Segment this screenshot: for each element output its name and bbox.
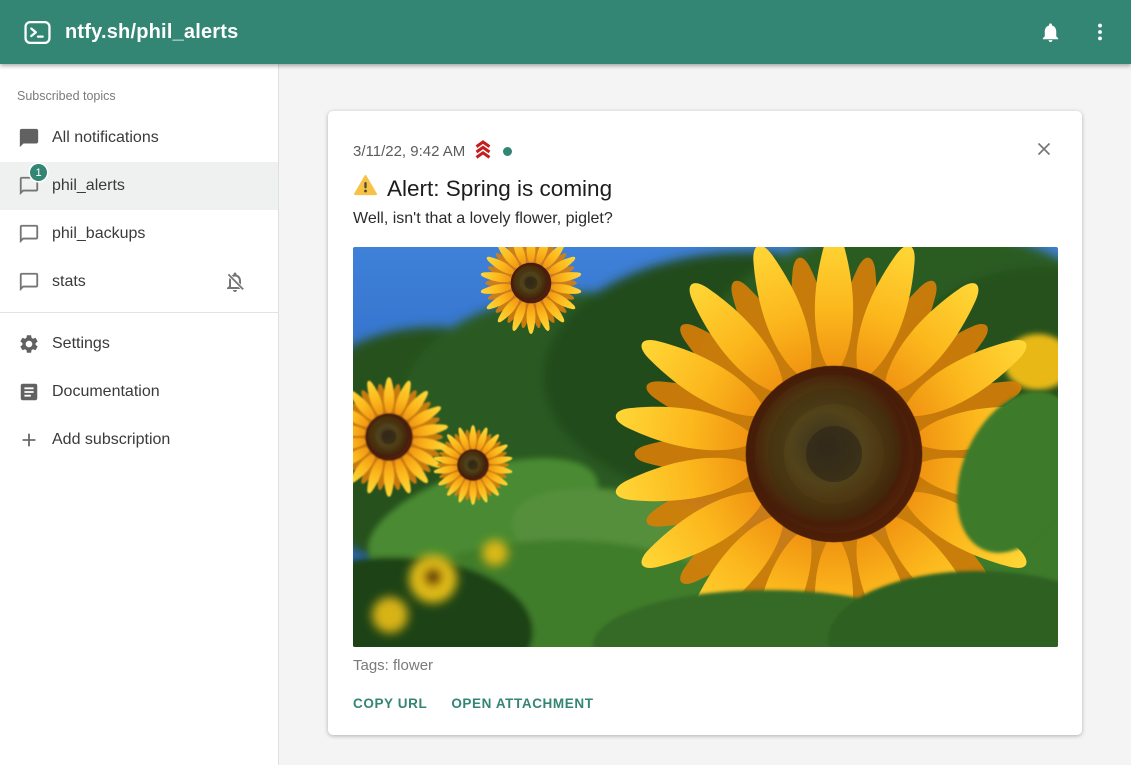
sidebar-item-add-subscription[interactable]: Add subscription: [0, 416, 278, 464]
sidebar-item-all-notifications[interactable]: All notifications: [0, 114, 278, 162]
unread-dot: [503, 147, 512, 156]
sidebar-item-label: Documentation: [52, 383, 160, 401]
app-root: ntfy.sh/phil_alerts Subscribed topics: [0, 0, 1131, 765]
sidebar-divider: [0, 312, 278, 313]
max-priority-icon: [472, 138, 494, 164]
notification-title: Alert: Spring is coming: [387, 176, 612, 202]
notifications-muted-icon: [223, 270, 247, 294]
gear-icon: [17, 332, 41, 356]
sidebar-item-documentation[interactable]: Documentation: [0, 368, 278, 416]
notification-meta: 3/11/22, 9:42 AM: [353, 138, 1058, 164]
chat-bubble-outline-icon: [17, 270, 41, 294]
notification-body: Well, isn't that a lovely flower, piglet…: [353, 210, 1058, 228]
notifications-bell-button[interactable]: [1029, 11, 1071, 53]
open-attachment-button[interactable]: OPEN ATTACHMENT: [451, 696, 593, 711]
overflow-menu-button[interactable]: [1079, 11, 1121, 53]
close-notification-button[interactable]: [1031, 136, 1057, 162]
sidebar-item-phil-alerts[interactable]: 1 phil_alerts: [0, 162, 278, 210]
sunflower-photo-graphic: [353, 247, 1058, 647]
notification-card: 3/11/22, 9:42 AM: [328, 111, 1082, 735]
attachment-image[interactable]: [353, 247, 1058, 647]
main-content: 3/11/22, 9:42 AM: [279, 64, 1131, 765]
chat-bubble-outline-icon: [17, 222, 41, 246]
notification-title-row: Alert: Spring is coming: [353, 173, 1058, 204]
sidebar: Subscribed topics All notifications 1 ph…: [0, 64, 279, 765]
terminal-logo-icon: [24, 19, 51, 46]
appbar-actions: [1029, 11, 1121, 53]
warning-icon: [353, 173, 378, 204]
sidebar-item-settings[interactable]: Settings: [0, 320, 278, 368]
article-icon: [17, 380, 41, 404]
app-title: ntfy.sh/phil_alerts: [65, 21, 238, 44]
notification-tags: Tags: flower: [353, 657, 1058, 674]
copy-url-button[interactable]: COPY URL: [353, 696, 427, 711]
plus-icon: [17, 428, 41, 452]
sidebar-item-label: phil_backups: [52, 225, 145, 243]
app-bar: ntfy.sh/phil_alerts: [0, 0, 1131, 64]
sidebar-item-stats[interactable]: stats: [0, 258, 278, 306]
notification-timestamp: 3/11/22, 9:42 AM: [353, 143, 465, 160]
sidebar-item-label: Add subscription: [52, 431, 170, 449]
sidebar-item-phil-backups[interactable]: phil_backups: [0, 210, 278, 258]
sidebar-item-label: phil_alerts: [52, 177, 125, 195]
notification-actions: COPY URL OPEN ATTACHMENT: [353, 696, 1058, 711]
sidebar-item-label: Settings: [52, 335, 110, 353]
chat-bubble-filled-icon: [17, 126, 41, 150]
unread-count-badge: 1: [30, 164, 47, 181]
subscribed-topics-label: Subscribed topics: [17, 89, 261, 103]
sidebar-item-label: All notifications: [52, 129, 159, 147]
sidebar-item-label: stats: [52, 273, 86, 291]
